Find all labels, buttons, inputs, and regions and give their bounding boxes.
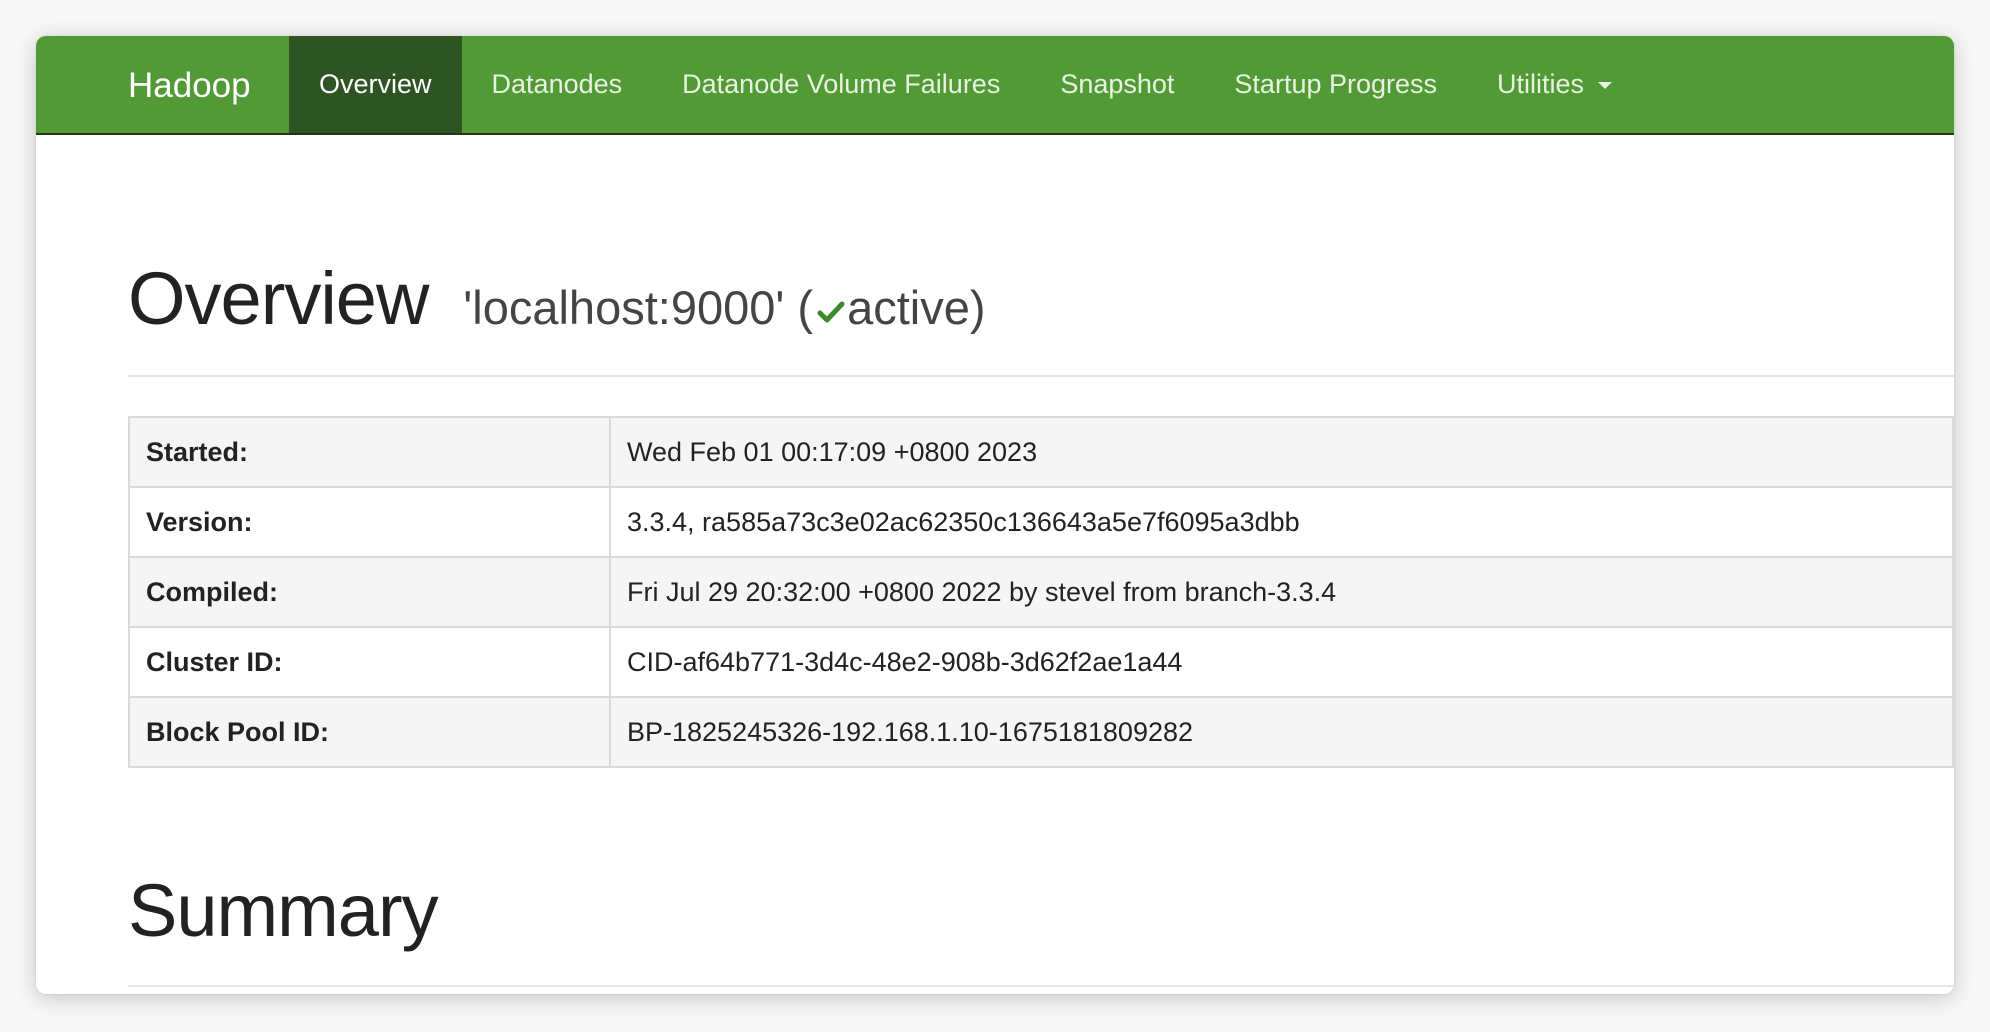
row-value: Fri Jul 29 20:32:00 +0800 2022 by stevel… [609, 556, 1954, 628]
overview-heading: Overview 'localhost:9000' ( active) [128, 256, 986, 341]
table-row: Cluster ID: CID-af64b771-3d4c-48e2-908b-… [128, 626, 1954, 698]
row-label: Block Pool ID: [128, 696, 611, 768]
row-value: Wed Feb 01 00:17:09 +0800 2023 [609, 416, 1954, 488]
nav-item-datanode-volume-failures[interactable]: Datanode Volume Failures [652, 36, 1030, 133]
row-label: Version: [128, 486, 611, 558]
table-row: Version: 3.3.4, ra585a73c3e02ac62350c136… [128, 486, 1954, 558]
check-icon [817, 301, 845, 323]
row-label: Compiled: [128, 556, 611, 628]
brand-link[interactable]: Hadoop [128, 36, 251, 135]
row-value: 3.3.4, ra585a73c3e02ac62350c136643a5e7f6… [609, 486, 1954, 558]
summary-divider [128, 985, 1954, 987]
nav-item-utilities-label: Utilities [1497, 69, 1585, 99]
row-value: CID-af64b771-3d4c-48e2-908b-3d62f2ae1a44 [609, 626, 1954, 698]
namenode-address: 'localhost:9000' ( active) [463, 281, 985, 334]
row-label: Started: [128, 416, 611, 488]
nav-item-startup-progress[interactable]: Startup Progress [1204, 36, 1467, 133]
nav-item-overview[interactable]: Overview [289, 36, 462, 133]
top-navbar: Hadoop Overview Datanodes Datanode Volum… [36, 36, 1954, 135]
summary-heading: Summary [128, 869, 439, 952]
heading-divider [128, 375, 1954, 377]
table-row: Started: Wed Feb 01 00:17:09 +0800 2023 [128, 416, 1954, 488]
page-title: Overview [128, 257, 429, 340]
table-row: Compiled: Fri Jul 29 20:32:00 +0800 2022… [128, 556, 1954, 628]
status-text: active [847, 281, 970, 334]
paren-open: ( [797, 281, 814, 334]
caret-down-icon [1598, 82, 1613, 90]
row-value: BP-1825245326-192.168.1.10-1675181809282 [609, 696, 1954, 768]
paren-close: ) [969, 281, 986, 334]
row-label: Cluster ID: [128, 626, 611, 698]
overview-info-table: Started: Wed Feb 01 00:17:09 +0800 2023 … [128, 416, 1954, 768]
nav-item-datanodes[interactable]: Datanodes [462, 36, 653, 133]
nav-item-utilities[interactable]: Utilities [1467, 36, 1642, 133]
nav-menu: Overview Datanodes Datanode Volume Failu… [289, 36, 1642, 133]
host-label: 'localhost:9000' [463, 281, 785, 334]
nav-item-snapshot[interactable]: Snapshot [1030, 36, 1204, 133]
browser-window: Hadoop Overview Datanodes Datanode Volum… [36, 36, 1954, 994]
table-row: Block Pool ID: BP-1825245326-192.168.1.1… [128, 696, 1954, 768]
